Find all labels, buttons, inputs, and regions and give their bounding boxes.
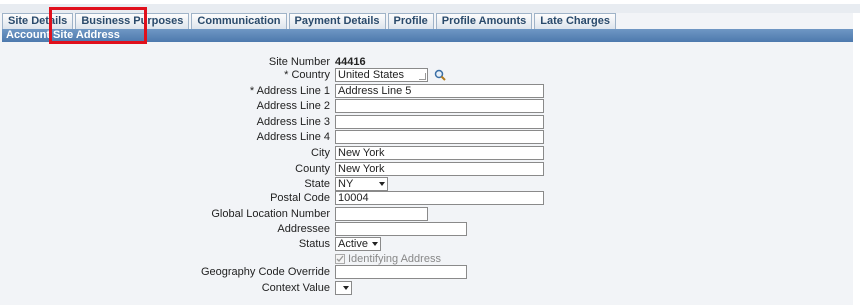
chevron-down-icon bbox=[343, 286, 349, 290]
identifying-checkbox[interactable] bbox=[335, 254, 345, 264]
geo-override-label: Geography Code Override bbox=[200, 266, 330, 278]
address2-row: Address Line 2 bbox=[0, 99, 860, 114]
county-label: County bbox=[295, 163, 330, 175]
geo-override-row: Geography Code Override bbox=[0, 265, 860, 280]
city-label: City bbox=[311, 147, 330, 159]
address1-label: * Address Line 1 bbox=[249, 85, 330, 97]
address4-row: Address Line 4 bbox=[0, 130, 860, 145]
address3-label: Address Line 3 bbox=[256, 116, 330, 128]
tab-payment-details[interactable]: Payment Details bbox=[288, 13, 386, 29]
address3-field[interactable] bbox=[335, 115, 544, 129]
addressee-field[interactable] bbox=[335, 222, 467, 236]
search-icon[interactable] bbox=[434, 69, 446, 81]
address1-field[interactable]: Address Line 5 bbox=[335, 84, 544, 98]
country-label: * Country bbox=[284, 69, 330, 81]
context-row: Context Value bbox=[0, 281, 860, 296]
highlight-box bbox=[49, 7, 147, 44]
tab-profile[interactable]: Profile bbox=[387, 13, 434, 29]
chevron-down-icon bbox=[379, 182, 385, 186]
country-row: * Country United States bbox=[0, 68, 860, 83]
state-value: NY bbox=[338, 178, 354, 190]
addressee-label: Addressee bbox=[277, 223, 330, 235]
country-value: United States bbox=[338, 69, 405, 81]
address4-label: Address Line 4 bbox=[256, 131, 330, 143]
tab-profile-amounts[interactable]: Profile Amounts bbox=[435, 13, 533, 29]
address2-label: Address Line 2 bbox=[256, 100, 330, 112]
postal-code-label: Postal Code bbox=[270, 192, 330, 204]
context-label: Context Value bbox=[261, 282, 330, 294]
state-select[interactable]: NY bbox=[335, 177, 388, 191]
gln-label: Global Location Number bbox=[211, 208, 330, 220]
address1-row: * Address Line 1 Address Line 5 bbox=[0, 84, 860, 99]
tab-communication[interactable]: Communication bbox=[191, 13, 287, 29]
addressee-row: Addressee bbox=[0, 222, 860, 237]
country-field[interactable]: United States bbox=[335, 68, 428, 82]
status-value: Active bbox=[338, 238, 368, 250]
gln-row: Global Location Number bbox=[0, 207, 860, 222]
chevron-down-icon bbox=[372, 242, 378, 246]
address4-field[interactable] bbox=[335, 130, 544, 144]
city-field[interactable]: New York bbox=[335, 146, 544, 160]
status-label: Status bbox=[298, 238, 330, 250]
county-field[interactable]: New York bbox=[335, 162, 544, 176]
postal-code-field[interactable]: 10004 bbox=[335, 191, 544, 205]
county-row: County New York bbox=[0, 162, 860, 177]
address3-row: Address Line 3 bbox=[0, 115, 860, 130]
city-row: City New York bbox=[0, 146, 860, 161]
status-row: Status Active bbox=[0, 237, 860, 252]
context-select[interactable] bbox=[335, 281, 352, 295]
address2-field[interactable] bbox=[335, 99, 544, 113]
state-row: State NY bbox=[0, 177, 860, 192]
resize-handle-icon bbox=[419, 73, 426, 80]
state-label: State bbox=[304, 178, 330, 190]
gln-field[interactable] bbox=[335, 207, 428, 221]
postal-code-row: Postal Code 10004 bbox=[0, 191, 860, 206]
tab-late-charges[interactable]: Late Charges bbox=[534, 13, 616, 29]
geo-override-field[interactable] bbox=[335, 265, 467, 279]
check-icon bbox=[336, 255, 344, 262]
status-select[interactable]: Active bbox=[335, 237, 381, 251]
